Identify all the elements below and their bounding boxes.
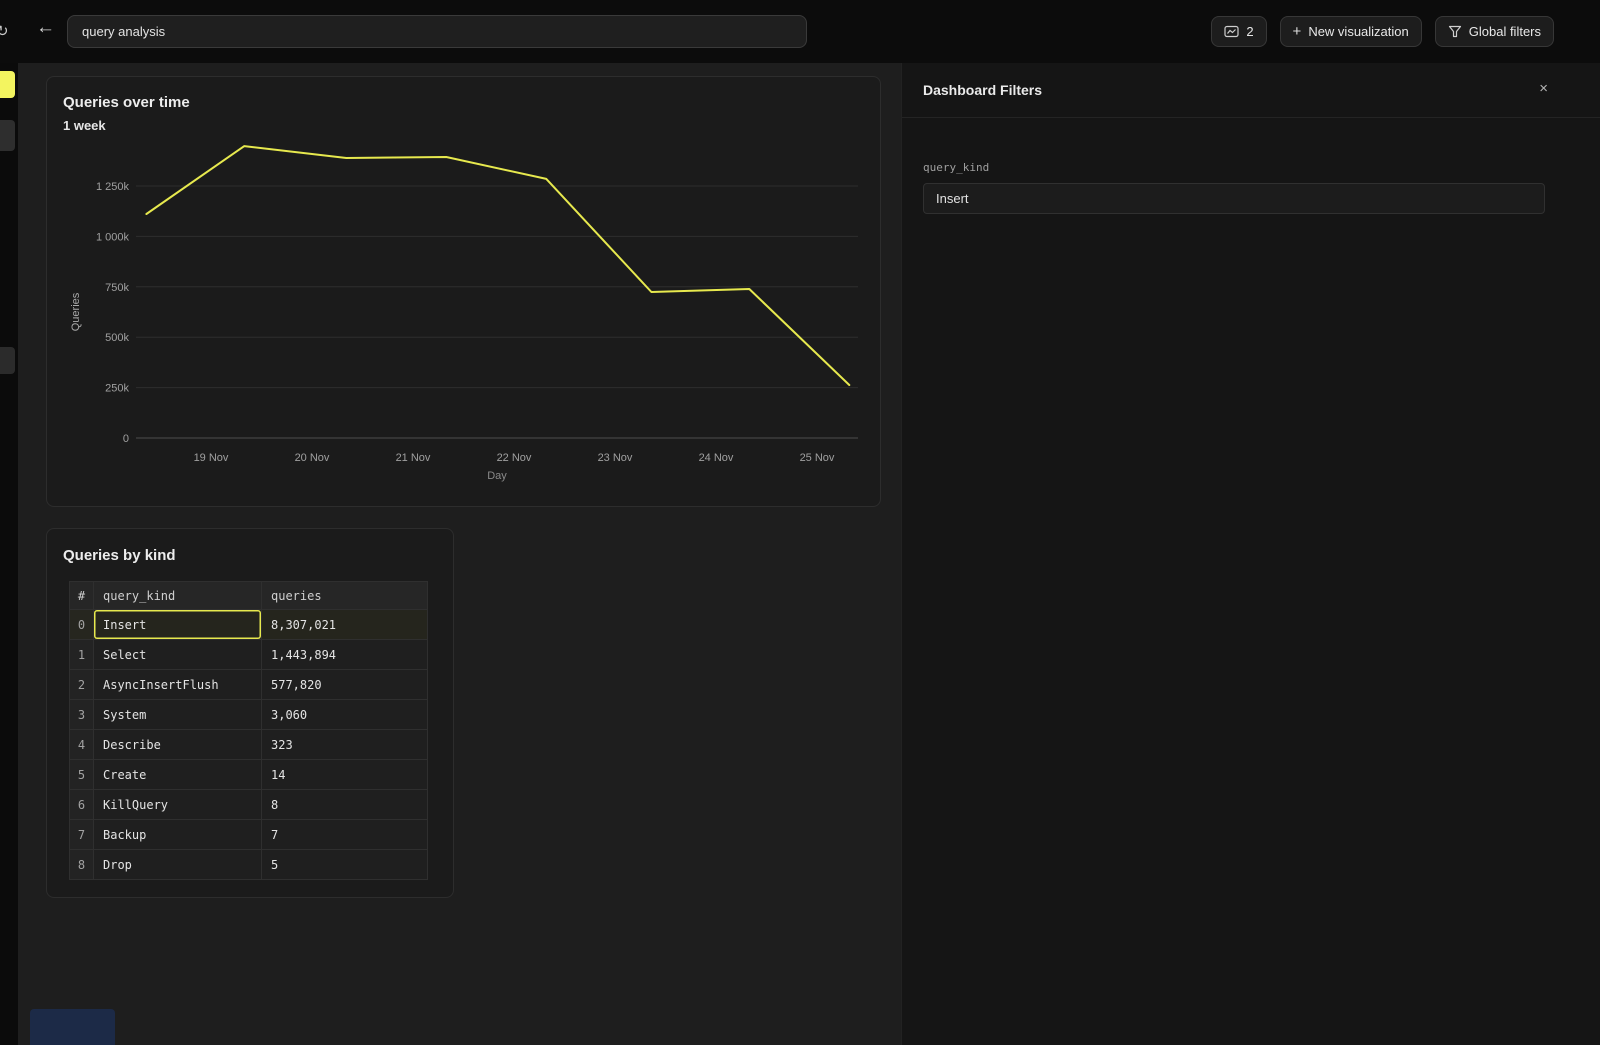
row-index-cell: 5 [70,760,94,790]
svg-text:1 000k: 1 000k [96,231,130,243]
close-icon[interactable]: × [1539,80,1548,97]
filters-panel-title: Dashboard Filters [923,82,1042,98]
dashboard-canvas: Queries over time 1 week 0 250k 500k 750k 1 … [18,63,901,1045]
queries-value-cell: 3,060 [262,700,428,730]
sidebar-item[interactable] [0,120,15,151]
row-index-cell: 1 [70,640,94,670]
partially-visible-widget [30,1009,115,1045]
table-row: 5Create14 [70,760,428,790]
funnel-icon [1448,25,1462,38]
chart-subtitle: 1 week [63,118,106,133]
table-row: 7Backup7 [70,820,428,850]
filters-panel-header: Dashboard Filters × [902,63,1600,118]
filter-query-kind-input[interactable] [923,183,1545,214]
plus-icon: + [1293,24,1302,39]
queries-value-cell: 8 [262,790,428,820]
row-index-cell: 6 [70,790,94,820]
new-visualization-label: New visualization [1308,24,1408,39]
svg-text:Queries: Queries [70,292,82,331]
query-kind-cell[interactable]: AsyncInsertFlush [94,670,262,700]
visualization-count-button[interactable]: 2 [1211,16,1266,47]
column-header-index[interactable]: # [70,582,94,610]
query-kind-cell[interactable]: Drop [94,850,262,880]
table-card-queries-by-kind: Queries by kind # query_kind queries 0In… [46,528,454,898]
queries-value-cell: 1,443,894 [262,640,428,670]
sidebar [0,63,18,1045]
global-filters-label: Global filters [1469,24,1541,39]
topbar: ↻ ← 2 + New visualization Global filters [0,0,1600,63]
new-visualization-button[interactable]: + New visualization [1280,16,1422,47]
queries-value-cell: 323 [262,730,428,760]
dashboard-title-input[interactable] [67,15,807,48]
table-row: 6KillQuery8 [70,790,428,820]
chart-card-queries-over-time: Queries over time 1 week 0 250k 500k 750k 1 … [46,76,881,507]
table-header-row: # query_kind queries [70,582,428,610]
svg-text:750k: 750k [105,282,129,294]
table-row: 8Drop5 [70,850,428,880]
column-header-queries[interactable]: queries [262,582,428,610]
back-button[interactable]: ← [36,18,55,37]
query-kind-cell[interactable]: System [94,700,262,730]
row-index-cell: 7 [70,820,94,850]
queries-table-body: 0Insert8,307,0211Select1,443,8942AsyncIn… [70,610,428,880]
table-title: Queries by kind [63,547,176,564]
table-row: 1Select1,443,894 [70,640,428,670]
sidebar-item-active[interactable] [0,71,15,98]
query-kind-cell[interactable]: Backup [94,820,262,850]
row-index-cell: 0 [70,610,94,640]
table-row: 0Insert8,307,021 [70,610,428,640]
topbar-actions: 2 + New visualization Global filters [1211,16,1554,47]
query-kind-cell[interactable]: Insert [94,610,262,640]
svg-text:Day: Day [487,470,507,482]
queries-value-cell: 577,820 [262,670,428,700]
svg-text:250k: 250k [105,383,129,395]
table-row: 4Describe323 [70,730,428,760]
sidebar-item[interactable] [0,347,15,374]
global-filters-button[interactable]: Global filters [1435,16,1554,47]
filter-field-query-kind: query_kind [902,118,1600,214]
refresh-icon[interactable]: ↻ [0,22,14,40]
svg-text:25 Nov: 25 Nov [800,452,835,464]
queries-value-cell: 14 [262,760,428,790]
svg-text:1 250k: 1 250k [96,181,130,193]
row-index-cell: 4 [70,730,94,760]
svg-text:22 Nov: 22 Nov [497,452,532,464]
row-index-cell: 2 [70,670,94,700]
queries-value-cell: 7 [262,820,428,850]
query-kind-cell[interactable]: Describe [94,730,262,760]
app-root: ↻ ← 2 + New visualization Global filters [0,0,1600,1045]
row-index-cell: 8 [70,850,94,880]
row-index-cell: 3 [70,700,94,730]
table-row: 2AsyncInsertFlush577,820 [70,670,428,700]
svg-text:21 Nov: 21 Nov [396,452,431,464]
column-header-query-kind[interactable]: query_kind [94,582,262,610]
query-kind-cell[interactable]: KillQuery [94,790,262,820]
dashboard-filters-panel: Dashboard Filters × query_kind [901,63,1600,1045]
svg-text:500k: 500k [105,332,129,344]
svg-text:23 Nov: 23 Nov [598,452,633,464]
queries-line-chart[interactable]: 0 250k 500k 750k 1 000k 1 250k 19 Nov 20 Nov 21 … [47,77,880,506]
queries-value-cell: 5 [262,850,428,880]
svg-text:0: 0 [123,433,129,445]
queries-value-cell: 8,307,021 [262,610,428,640]
visualization-icon [1224,25,1239,38]
query-kind-cell[interactable]: Select [94,640,262,670]
chart-title: Queries over time [63,94,190,111]
svg-text:19 Nov: 19 Nov [194,452,229,464]
visualization-count: 2 [1246,24,1253,39]
svg-text:20 Nov: 20 Nov [295,452,330,464]
queries-table: # query_kind queries 0Insert8,307,0211Se… [69,581,428,880]
filter-field-label: query_kind [923,161,1545,174]
svg-text:24 Nov: 24 Nov [699,452,734,464]
query-kind-cell[interactable]: Create [94,760,262,790]
table-row: 3System3,060 [70,700,428,730]
